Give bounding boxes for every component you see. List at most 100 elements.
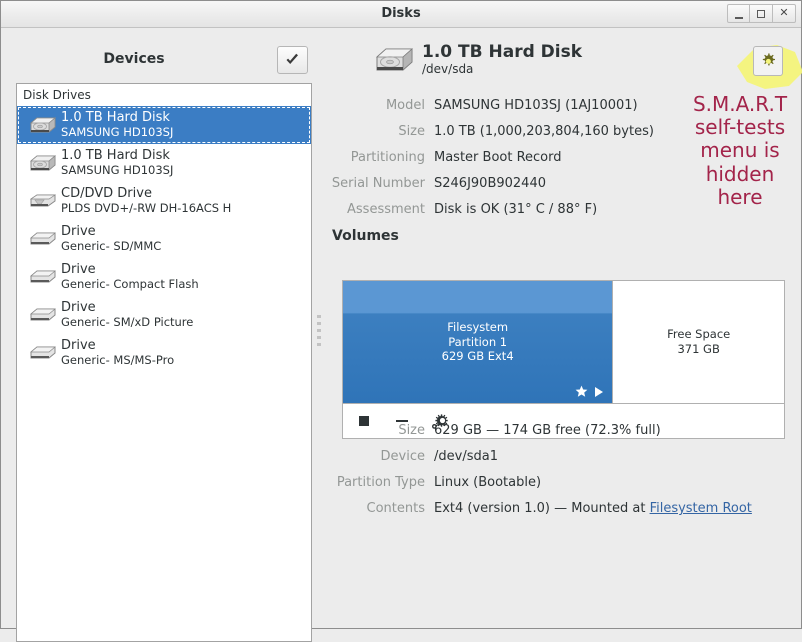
- contents-text: Ext4 (version 1.0) — Mounted at: [434, 501, 650, 516]
- device-row-4[interactable]: Drive Generic- Compact Flash: [17, 258, 311, 296]
- partition-label: Free Space 371 GB: [667, 327, 730, 357]
- detail-label: Partition Type: [336, 475, 425, 490]
- hard-disk-icon: [25, 152, 61, 174]
- detail-label: Size: [398, 124, 425, 139]
- minus-icon: [396, 419, 408, 423]
- detail-value: Disk is OK (31° C / 88° F): [434, 202, 598, 217]
- device-row-6[interactable]: Drive Generic- MS/MS-Pro: [17, 334, 311, 372]
- maximize-button[interactable]: [750, 4, 773, 23]
- devices-toggle-button[interactable]: [277, 46, 308, 74]
- partition-line-1: Filesystem: [447, 319, 509, 334]
- disk-header: 1.0 TB Hard Disk /dev/sda: [372, 42, 583, 76]
- volume-detail-row-contents: Contents Ext4 (version 1.0) — Mounted at…: [324, 501, 752, 516]
- partition-flags: [575, 385, 604, 398]
- device-name: Drive: [61, 300, 96, 316]
- device-subtitle: Generic- MS/MS-Pro: [61, 352, 175, 367]
- disk-device-path: /dev/sda: [422, 61, 474, 76]
- detail-label: Partitioning: [350, 150, 425, 165]
- detail-label: Assessment: [347, 202, 425, 217]
- device-list-header: Disk Drives: [17, 84, 311, 106]
- partition-free-space[interactable]: Free Space 371 GB: [613, 281, 784, 403]
- device-name: Drive: [61, 262, 96, 278]
- pane-splitter[interactable]: [314, 28, 324, 630]
- devices-pane: Devices Disk Drives 1.0 TB Hard Disk SAM…: [1, 28, 312, 642]
- volume-detail-row-device: Device /dev/sda1: [324, 449, 498, 464]
- device-subtitle: PLDS DVD+/-RW DH-16ACS H: [61, 200, 232, 215]
- gear-icon: [762, 53, 775, 66]
- device-name: Drive: [61, 338, 96, 354]
- disk-detail-row-partitioning: Partitioning Master Boot Record: [324, 150, 562, 165]
- device-subtitle: Generic- SD/MMC: [61, 238, 162, 253]
- device-row-2[interactable]: CD/DVD Drive PLDS DVD+/-RW DH-16ACS H: [17, 182, 311, 220]
- volumes-box: Filesystem Partition 1 629 GB Ext4 Free …: [342, 280, 785, 439]
- detail-label: Contents: [366, 501, 425, 516]
- detail-label: Serial Number: [331, 176, 425, 191]
- partition-line-2: 371 GB: [677, 342, 720, 356]
- detail-value: /dev/sda1: [434, 449, 498, 464]
- close-button[interactable]: ✕: [773, 4, 796, 23]
- device-subtitle: Generic- SM/xD Picture: [61, 314, 194, 329]
- disk-detail-row-serial: Serial Number S246J90B902440: [324, 176, 546, 191]
- volume-detail-row-size: Size 629 GB — 174 GB free (72.3% full): [324, 423, 661, 438]
- annotation-line-0: S.M.A.R.T: [692, 92, 788, 116]
- device-row-5[interactable]: Drive Generic- SM/xD Picture: [17, 296, 311, 334]
- device-name: 1.0 TB Hard Disk: [61, 148, 170, 164]
- disk-detail-row-model: Model SAMSUNG HD103SJ (1AJ10001): [324, 98, 638, 113]
- devices-header: Devices: [103, 51, 165, 67]
- removable-drive-icon: [25, 304, 61, 326]
- star-icon: [575, 385, 588, 397]
- hard-disk-icon: [372, 44, 418, 76]
- detail-value: Master Boot Record: [434, 150, 562, 165]
- device-subtitle: Generic- Compact Flash: [61, 276, 199, 291]
- removable-drive-icon: [25, 228, 61, 250]
- play-icon: [595, 386, 604, 397]
- device-name: Drive: [61, 224, 96, 240]
- detail-label: Model: [385, 98, 425, 113]
- annotation-line-3: hidden: [705, 161, 775, 186]
- partition-line-3: 629 GB Ext4: [441, 349, 514, 364]
- detail-value: 629 GB — 174 GB free (72.3% full): [434, 423, 661, 438]
- device-row-3[interactable]: Drive Generic- SD/MMC: [17, 220, 311, 258]
- partition-label: Filesystem Partition 1 629 GB Ext4: [442, 320, 514, 365]
- detail-value: SAMSUNG HD103SJ (1AJ10001): [434, 98, 638, 113]
- disks-window: Disks ✕ Devices Disk Drives 1.0 TB Hard …: [0, 0, 802, 642]
- device-name: CD/DVD Drive: [61, 186, 152, 202]
- splitter-handle-dots: [317, 315, 321, 346]
- detail-value: S246J90B902440: [434, 176, 546, 191]
- device-name: 1.0 TB Hard Disk: [61, 110, 170, 126]
- check-icon: [286, 53, 298, 64]
- window-title: Disks: [381, 6, 421, 21]
- annotation-text: S.M.A.R.T self-tests menu is hidden here: [677, 92, 802, 209]
- device-list[interactable]: Disk Drives 1.0 TB Hard Disk SAMSUNG HD1…: [16, 83, 312, 642]
- detail-value: 1.0 TB (1,000,203,804,160 bytes): [434, 124, 654, 139]
- partition-line-2: Partition 1: [448, 334, 508, 349]
- partition-bar: Filesystem Partition 1 629 GB Ext4 Free …: [343, 281, 784, 403]
- optical-drive-icon: [25, 190, 61, 212]
- annotation-line-2: menu is: [700, 138, 780, 163]
- partition-filesystem[interactable]: Filesystem Partition 1 629 GB Ext4: [343, 281, 614, 403]
- disk-title: 1.0 TB Hard Disk: [422, 42, 583, 62]
- filesystem-root-link[interactable]: Filesystem Root: [650, 501, 752, 516]
- minimize-button[interactable]: [727, 4, 750, 23]
- title-bar: Disks ✕: [1, 1, 801, 28]
- removable-drive-icon: [25, 266, 61, 288]
- device-subtitle: SAMSUNG HD103SJ: [61, 124, 174, 139]
- partition-line-1: Free Space: [667, 327, 731, 342]
- disk-detail-row-size: Size 1.0 TB (1,000,203,804,160 bytes): [324, 124, 654, 139]
- annotation-line-1: self-tests: [694, 115, 786, 140]
- detail-value: Ext4 (version 1.0) — Mounted at Filesyst…: [434, 501, 752, 516]
- window-controls: ✕: [727, 4, 796, 23]
- detail-value: Linux (Bootable): [434, 475, 542, 490]
- removable-drive-icon: [25, 342, 61, 364]
- smart-menu-gear-button[interactable]: [753, 46, 783, 76]
- device-row-1[interactable]: 1.0 TB Hard Disk SAMSUNG HD103SJ: [17, 144, 311, 182]
- device-row-0[interactable]: 1.0 TB Hard Disk SAMSUNG HD103SJ: [17, 106, 311, 144]
- annotation-line-4: here: [717, 184, 763, 209]
- detail-label: Size: [398, 423, 425, 438]
- volume-detail-row-partition-type: Partition Type Linux (Bootable): [324, 475, 541, 490]
- volumes-section-title: Volumes: [332, 228, 399, 244]
- detail-label: Device: [380, 449, 425, 464]
- device-subtitle: SAMSUNG HD103SJ: [61, 162, 174, 177]
- hard-disk-icon: [25, 114, 61, 136]
- disk-detail-row-assessment: Assessment Disk is OK (31° C / 88° F): [324, 202, 597, 217]
